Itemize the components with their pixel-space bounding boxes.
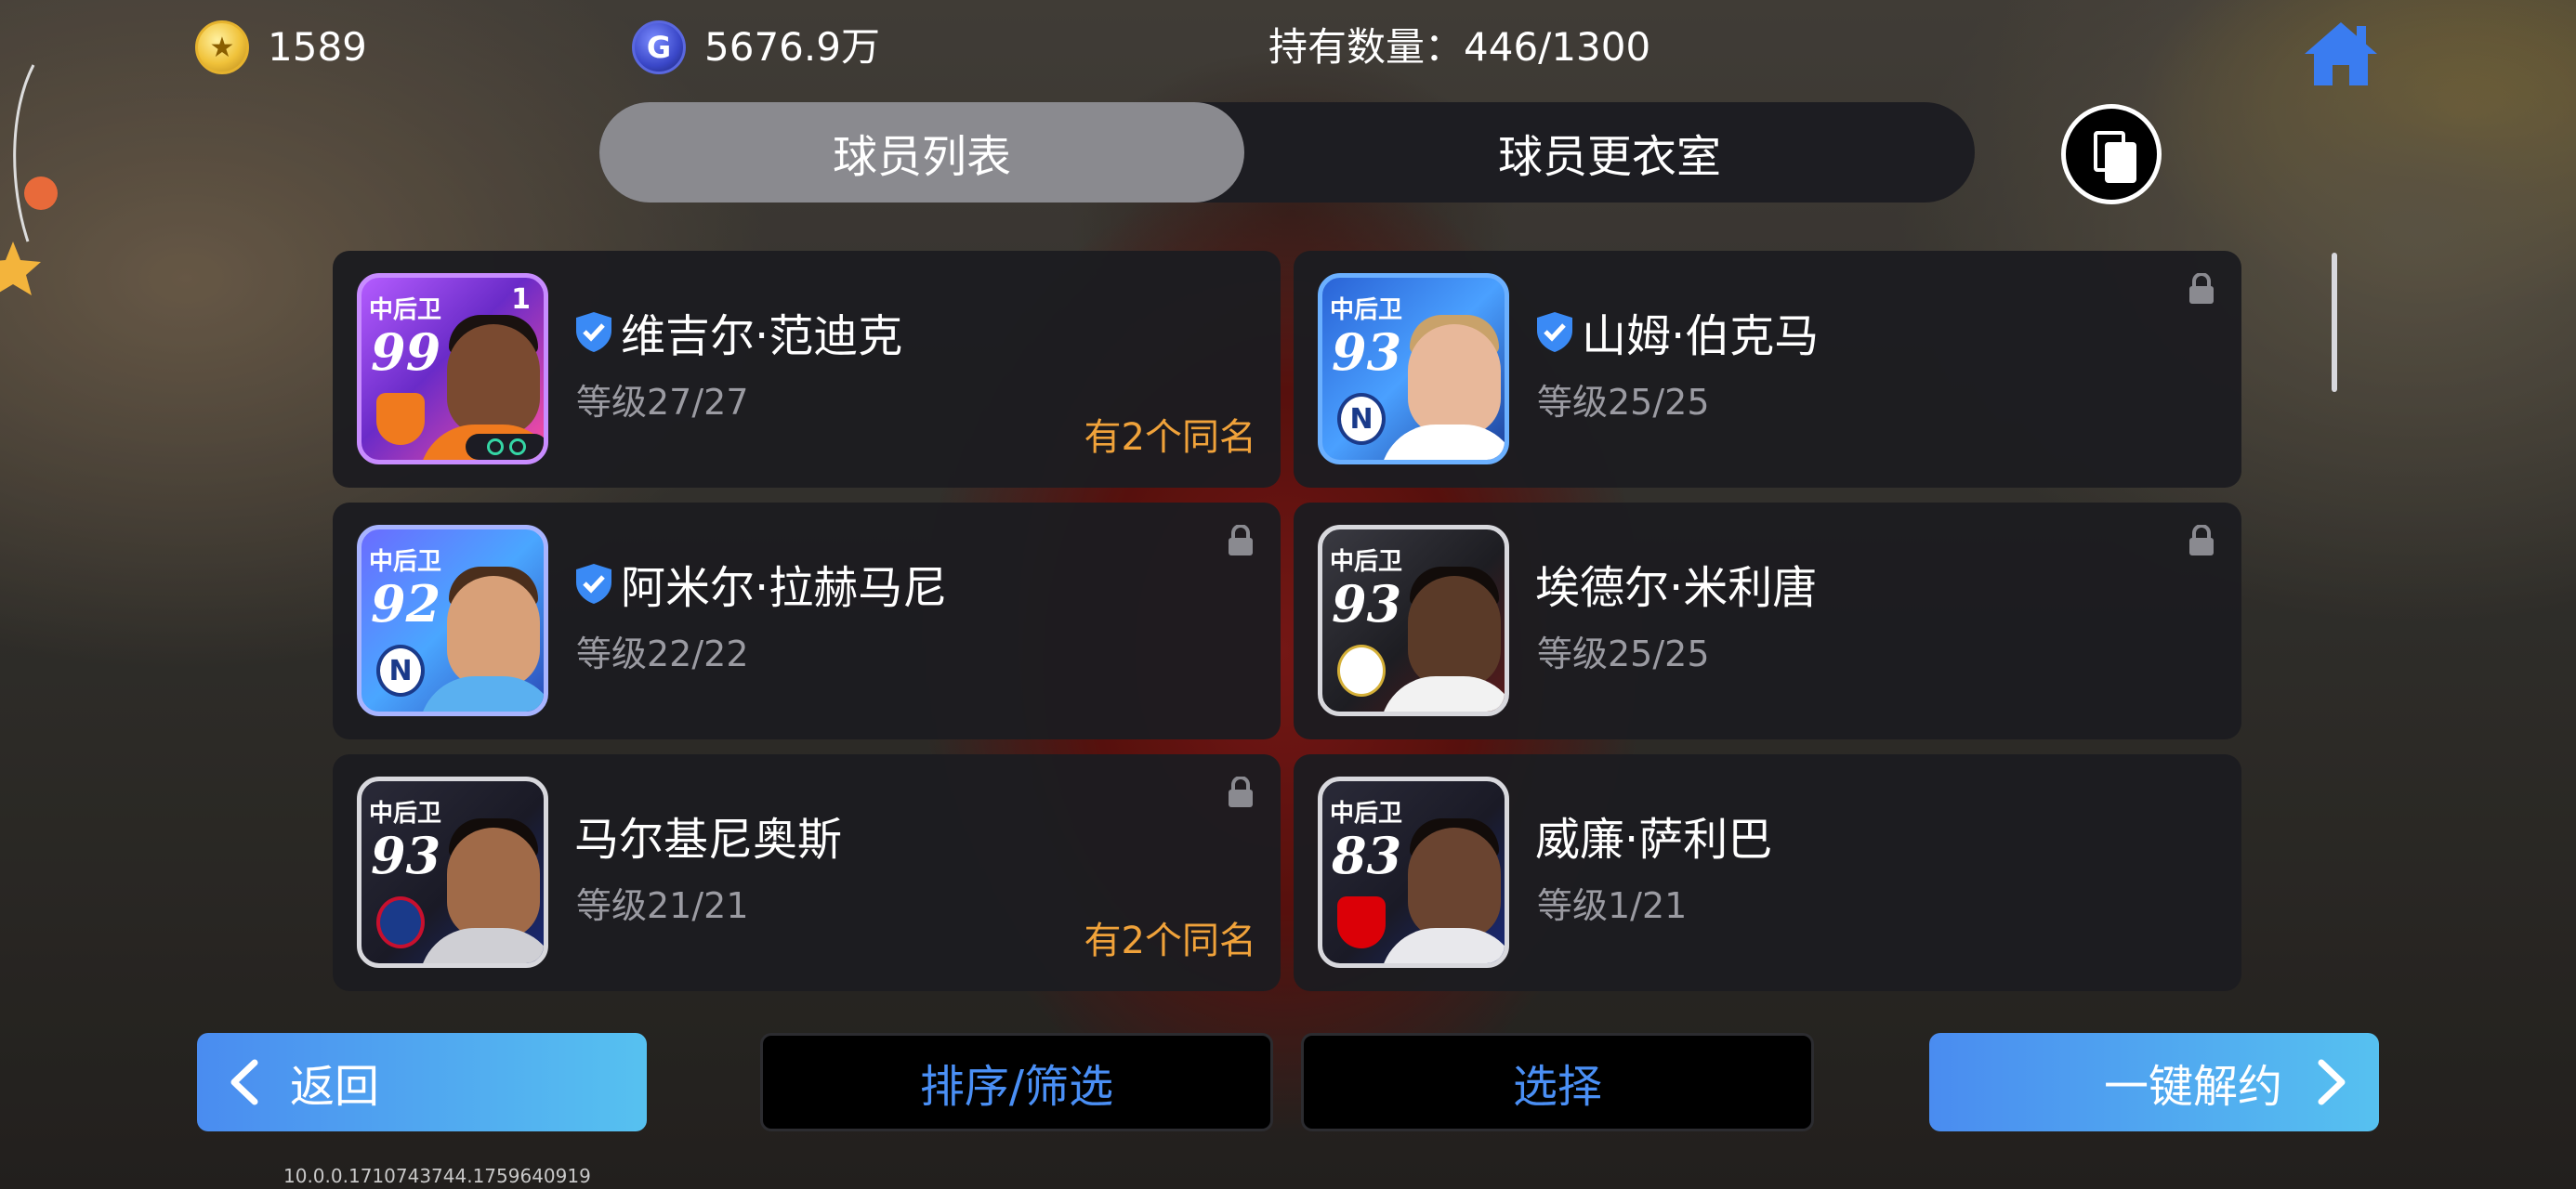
tab-label: 球员更衣室 bbox=[1497, 131, 1721, 183]
player-position: 中后卫 bbox=[369, 548, 442, 576]
player-name-row: 埃德尔·米利唐 bbox=[1535, 551, 1817, 616]
player-avatar: 中后卫 99 1 bbox=[357, 273, 548, 464]
sort-filter-button[interactable]: 排序/筛选 bbox=[760, 1033, 1273, 1131]
select-label: 选择 bbox=[1512, 1061, 1602, 1113]
chevron-left-icon bbox=[230, 1059, 258, 1105]
chevron-right-icon bbox=[2318, 1059, 2346, 1105]
verified-shield-icon bbox=[1537, 312, 1572, 352]
avatar-face bbox=[447, 576, 540, 687]
avatar-face bbox=[447, 324, 540, 436]
player-rating: 93 bbox=[1332, 322, 1402, 382]
player-name-row: 威廉·萨利巴 bbox=[1535, 803, 1772, 868]
lock-icon[interactable] bbox=[1227, 525, 1255, 556]
lock-icon[interactable] bbox=[1227, 777, 1255, 808]
player-name: 马尔基尼奥斯 bbox=[574, 814, 843, 866]
skill-dots-icon bbox=[466, 434, 544, 460]
player-avatar: 中后卫 83 bbox=[1318, 777, 1509, 968]
player-name: 维吉尔·范迪克 bbox=[621, 310, 903, 362]
napoli-crest-icon: N bbox=[376, 645, 425, 697]
holdings-count: 持有数量：446/1300 bbox=[1268, 24, 1651, 70]
avatar-face bbox=[1408, 324, 1501, 436]
release-all-label: 一键解约 bbox=[2103, 1061, 2282, 1113]
back-button[interactable]: 返回 bbox=[197, 1033, 647, 1131]
avatar-kit bbox=[1380, 676, 1505, 712]
player-level: 等级27/27 bbox=[576, 382, 749, 423]
player-position: 中后卫 bbox=[1330, 548, 1403, 576]
gold-coin-count: 1589 bbox=[268, 24, 367, 70]
duplicate-note: 有2个同名 bbox=[1084, 920, 1256, 962]
avatar-kit bbox=[1380, 928, 1505, 963]
gold-coin-icon: ★ bbox=[195, 20, 249, 74]
player-card[interactable]: 中后卫 92 N 阿米尔·拉赫马尼 等级22/22 bbox=[333, 503, 1281, 739]
avatar-face bbox=[1408, 576, 1501, 687]
scrollbar[interactable] bbox=[2332, 253, 2337, 392]
player-card[interactable]: 中后卫 93 埃德尔·米利唐 等级25/25 bbox=[1294, 503, 2241, 739]
tab-locker-room[interactable]: 球员更衣室 bbox=[1244, 102, 1975, 203]
player-avatar: 中后卫 93 bbox=[357, 777, 548, 968]
player-rating: 93 bbox=[1332, 574, 1402, 634]
player-position: 中后卫 bbox=[1330, 296, 1403, 324]
player-position: 中后卫 bbox=[369, 296, 442, 324]
home-icon[interactable] bbox=[2303, 20, 2379, 87]
avatar-face bbox=[1408, 828, 1501, 939]
player-avatar: 中后卫 93 bbox=[1318, 525, 1509, 716]
player-card[interactable]: 中后卫 93 马尔基尼奥斯 等级21/21 有2个同名 bbox=[333, 754, 1281, 991]
player-level: 等级25/25 bbox=[1537, 382, 1710, 423]
player-rating: 93 bbox=[371, 826, 441, 885]
copy-button[interactable] bbox=[2061, 104, 2162, 204]
player-avatar: 中后卫 93 N bbox=[1318, 273, 1509, 464]
avatar-kit bbox=[1380, 425, 1505, 460]
player-name: 埃德尔·米利唐 bbox=[1535, 562, 1818, 614]
player-rating: 99 bbox=[371, 322, 441, 382]
real-madrid-crest-icon bbox=[1337, 645, 1386, 697]
player-name: 阿米尔·拉赫马尼 bbox=[621, 562, 948, 614]
player-card[interactable]: 中后卫 83 威廉·萨利巴 等级1/21 bbox=[1294, 754, 2241, 991]
tab-label: 球员列表 bbox=[832, 131, 1011, 183]
netherlands-crest-icon bbox=[376, 393, 425, 445]
psg-crest-icon bbox=[376, 896, 425, 948]
player-rating: 83 bbox=[1332, 826, 1402, 885]
card-badge-number: 1 bbox=[511, 283, 531, 316]
lock-icon[interactable] bbox=[2188, 273, 2215, 305]
player-position: 中后卫 bbox=[369, 800, 442, 828]
sort-filter-label: 排序/筛选 bbox=[919, 1061, 1114, 1113]
player-level: 等级25/25 bbox=[1537, 634, 1710, 674]
avatar-face bbox=[447, 828, 540, 939]
verified-shield-icon bbox=[576, 564, 611, 604]
tab-player-list[interactable]: 球员列表 bbox=[599, 102, 1244, 203]
player-position: 中后卫 bbox=[1330, 800, 1403, 828]
tab-bar: 球员列表 球员更衣室 bbox=[599, 102, 1975, 203]
gp-count: 5676.9万 bbox=[704, 24, 880, 70]
copy-icon-front bbox=[2105, 142, 2136, 183]
player-level: 等级1/21 bbox=[1537, 885, 1688, 926]
player-name-row: 维吉尔·范迪克 bbox=[574, 299, 902, 364]
top-bar: ★ 1589 G 5676.9万 持有数量：446/1300 bbox=[0, 0, 2576, 93]
player-name: 威廉·萨利巴 bbox=[1535, 814, 1773, 866]
avatar-kit bbox=[419, 928, 544, 963]
duplicate-note: 有2个同名 bbox=[1084, 416, 1256, 459]
release-all-button[interactable]: 一键解约 bbox=[1929, 1033, 2379, 1131]
player-name: 山姆·伯克马 bbox=[1582, 310, 1820, 362]
player-card[interactable]: 中后卫 99 1 维吉尔·范迪克 等级27/27 有2个同名 bbox=[333, 251, 1281, 488]
player-name-row: 马尔基尼奥斯 bbox=[574, 803, 842, 868]
player-level: 等级22/22 bbox=[576, 634, 749, 674]
player-card[interactable]: 中后卫 93 N 山姆·伯克马 等级25/25 bbox=[1294, 251, 2241, 488]
napoli-crest-icon: N bbox=[1337, 393, 1386, 445]
player-rating: 92 bbox=[371, 574, 441, 634]
arsenal-crest-icon bbox=[1337, 896, 1386, 948]
verified-shield-icon bbox=[576, 312, 611, 352]
player-level: 等级21/21 bbox=[576, 885, 749, 926]
player-avatar: 中后卫 92 N bbox=[357, 525, 548, 716]
version-string: 10.0.0.1710743744.1759640919 bbox=[283, 1165, 591, 1187]
select-button[interactable]: 选择 bbox=[1301, 1033, 1814, 1131]
gp-coin-icon: G bbox=[632, 20, 686, 74]
player-name-row: 山姆·伯克马 bbox=[1535, 299, 1819, 364]
back-button-label: 返回 bbox=[290, 1061, 380, 1113]
avatar-kit bbox=[419, 676, 544, 712]
player-name-row: 阿米尔·拉赫马尼 bbox=[574, 551, 947, 616]
lock-icon[interactable] bbox=[2188, 525, 2215, 556]
